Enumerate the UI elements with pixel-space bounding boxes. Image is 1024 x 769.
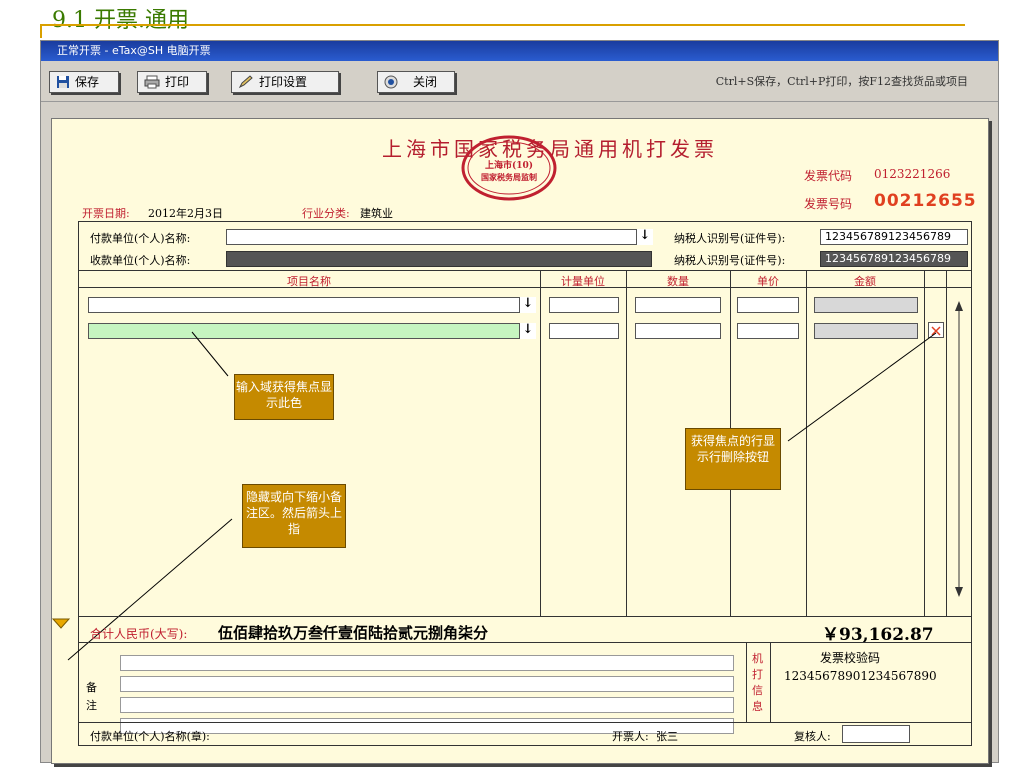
close-button[interactable]: 关闭 — [377, 71, 455, 93]
close-icon — [384, 75, 398, 89]
slide-title: 9.1 开票.通用 — [52, 8, 189, 33]
item-dropdown-arrow-icon[interactable]: ↓ — [519, 297, 536, 313]
col-divider-1 — [540, 270, 541, 616]
invoice-number-label: 发票号码 — [804, 197, 853, 211]
payer-dropdown-arrow-icon[interactable]: ↓ — [636, 229, 653, 245]
total-words: 伍佰肆拾玖万叁仟壹佰陆拾贰元捌角柒分 — [218, 624, 489, 642]
collapse-remark-toggle[interactable] — [51, 616, 71, 630]
payer-taxid-field[interactable]: 123456789123456789 — [820, 229, 968, 245]
remark-line-3[interactable] — [120, 697, 734, 713]
invoice-code-label: 发票代码 — [804, 169, 853, 183]
date-value: 2012年2月3日 — [148, 207, 223, 220]
callout-delete-button: 获得焦点的行显示行删除按钮 — [685, 428, 781, 490]
triangle-down-icon — [51, 618, 71, 629]
industry-label: 行业分类: — [302, 207, 350, 220]
drawer-value: 张三 — [656, 730, 678, 743]
amount-field — [814, 297, 918, 313]
print-label: 打印 — [165, 75, 190, 89]
window-titlebar: 正常开票 - eTax@SH 电脑开票 — [41, 41, 998, 61]
machine-info-label: 机打信息 — [752, 652, 763, 713]
delete-x-icon — [931, 326, 941, 336]
col-item-name: 项目名称 — [287, 275, 331, 288]
title-underline — [40, 24, 965, 26]
col-amount: 金额 — [854, 275, 876, 288]
unit-input[interactable] — [549, 323, 619, 339]
invoice-code-value: 0123221266 — [874, 167, 951, 181]
callout-focus-color: 输入域获得焦点显示此色 — [234, 374, 334, 420]
col-unit-price: 单价 — [757, 275, 779, 288]
close-label: 关闭 — [413, 75, 438, 89]
footer-top-line — [78, 722, 972, 723]
delete-row-button[interactable] — [928, 322, 944, 338]
print-settings-label: 打印设置 — [259, 75, 308, 89]
amount-field — [814, 323, 918, 339]
save-label: 保存 — [75, 75, 100, 89]
quantity-input[interactable] — [635, 297, 721, 313]
col-divider-6 — [946, 270, 947, 616]
item-name-input-focused[interactable] — [88, 323, 536, 339]
total-label: 合计人民币(大写): — [90, 627, 188, 641]
reviewer-input[interactable] — [842, 725, 910, 743]
toolbar: 保存 打印 打印设置 关闭 Ctrl+S保存，Ctrl+P打印，按F12查找货品… — [41, 63, 998, 102]
payee-taxid-label: 纳税人识别号(证件号): — [674, 254, 786, 267]
seal-city: 上海市(10) — [484, 161, 534, 171]
date-label: 开票日期: — [82, 207, 130, 220]
verify-code-label: 发票校验码 — [820, 651, 881, 665]
machine-info-divider-right — [770, 642, 771, 722]
save-icon — [56, 75, 70, 89]
quantity-input[interactable] — [635, 323, 721, 339]
title-underline-tick — [40, 24, 42, 38]
vertical-scroll-arrow-icon — [952, 299, 966, 599]
tax-seal: 上海市(10) 国家税务局监制 — [460, 134, 558, 202]
payer-label: 付款单位(个人)名称: — [90, 232, 191, 245]
verify-code-value: 12345678901234567890 — [784, 669, 937, 683]
seal-bottom: 国家税务局监制 — [481, 172, 537, 182]
payee-name-field — [226, 251, 652, 267]
reviewer-label: 复核人: — [794, 730, 831, 743]
drawer-label: 开票人: — [612, 730, 649, 743]
unit-price-input[interactable] — [737, 297, 799, 313]
unit-price-input[interactable] — [737, 323, 799, 339]
item-dropdown-arrow-icon[interactable]: ↓ — [519, 323, 536, 339]
print-settings-button[interactable]: 打印设置 — [231, 71, 339, 93]
save-button[interactable]: 保存 — [49, 71, 119, 93]
payer-name-input[interactable] — [226, 229, 652, 245]
shortcut-hint: Ctrl+S保存，Ctrl+P打印，按F12查找货品或项目 — [715, 75, 968, 88]
header-top-line — [78, 270, 972, 271]
machine-info-divider-left — [746, 642, 747, 722]
invoice-paper: 上海市国家税务局通用机打发票 上海市(10) 国家税务局监制 发票代码 0123… — [51, 118, 989, 764]
callout-collapse-remark: 隐藏或向下缩小备注区。然后箭头上指 — [242, 484, 346, 548]
payer-seal-label: 付款单位(个人)名称(章): — [90, 730, 210, 743]
col-unit: 计量单位 — [561, 275, 605, 288]
printer-icon — [144, 75, 160, 89]
col-divider-2 — [626, 270, 627, 616]
remark-label: 备注 — [86, 681, 97, 712]
payer-taxid-label: 纳税人识别号(证件号): — [674, 232, 786, 245]
pencil-icon — [238, 75, 254, 89]
unit-input[interactable] — [549, 297, 619, 313]
app-window: 正常开票 - eTax@SH 电脑开票 保存 打印 打印设置 关闭 Ctrl+S… — [40, 40, 999, 764]
invoice-number-value: 00212655 — [874, 191, 977, 211]
item-name-input[interactable] — [88, 297, 536, 313]
col-quantity: 数量 — [667, 275, 689, 288]
print-button[interactable]: 打印 — [137, 71, 207, 93]
remark-line-1[interactable] — [120, 655, 734, 671]
payee-taxid-field: 123456789123456789 — [820, 251, 968, 267]
remark-line-2[interactable] — [120, 676, 734, 692]
total-bottom-line — [78, 642, 972, 643]
payee-label: 收款单位(个人)名称: — [90, 254, 191, 267]
industry-value: 建筑业 — [360, 207, 393, 220]
col-divider-5 — [924, 270, 925, 616]
col-divider-4 — [806, 270, 807, 616]
total-top-line — [78, 616, 972, 617]
